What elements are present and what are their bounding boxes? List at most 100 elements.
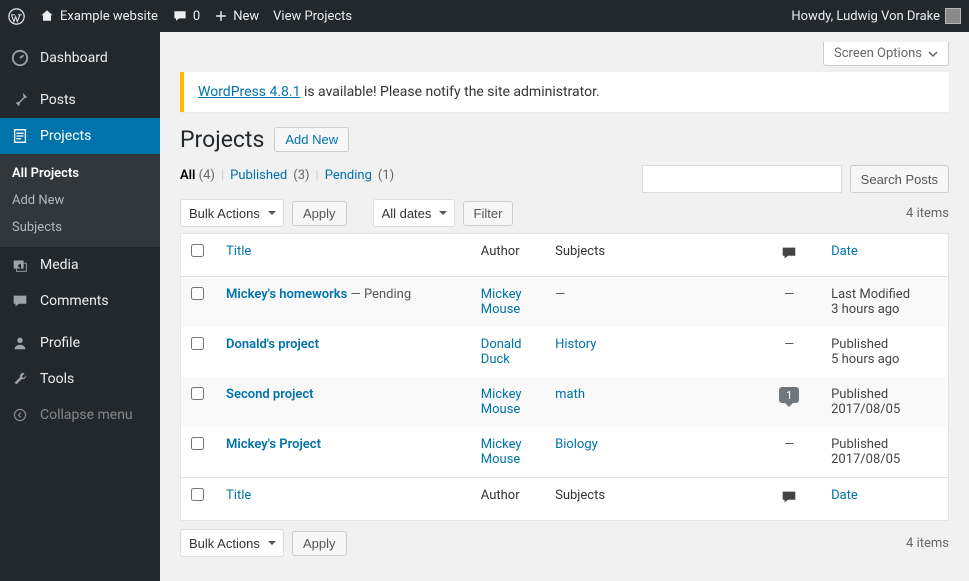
col-date[interactable]: Date [831,244,858,259]
view-pending[interactable]: Pending [325,168,372,183]
col-date-foot[interactable]: Date [831,488,858,503]
admin-toolbar: Example website 0 New View Projects Howd… [0,0,969,32]
row-subjects: — [555,287,565,302]
row-state: — Pending [347,287,411,302]
row-author-link[interactable]: Mickey Mouse [481,387,522,417]
menu-comments[interactable]: Comments [0,283,160,319]
row-title-link[interactable]: Donald's project [226,337,319,352]
toolbar-view-projects[interactable]: View Projects [273,9,352,24]
col-comments [757,234,821,277]
table-row: Mickey's homeworks — Pending Mickey Mouse… [181,277,949,328]
menu-projects[interactable]: Projects [0,118,160,154]
row-checkbox[interactable] [191,287,204,300]
row-title-link[interactable]: Second project [226,387,314,402]
media-icon [10,255,30,275]
col-author-foot: Author [471,478,545,521]
items-count-top: 4 items [906,206,949,221]
howdy-text: Howdy, Ludwig Von Drake [791,9,940,24]
bulk-apply-button-bottom[interactable]: Apply [292,531,347,556]
plus-icon [214,9,228,23]
row-comments: — [784,287,794,302]
menu-posts[interactable]: Posts [0,82,160,118]
avatar [945,8,961,24]
add-new-button[interactable]: Add New [274,127,349,152]
dashboard-icon [10,48,30,68]
view-published[interactable]: Published [230,168,287,183]
profile-icon [10,333,30,353]
home-icon [39,8,55,24]
comments-icon [10,291,30,311]
table-row: Mickey's Project Mickey Mouse Biology — Publ… [181,427,949,478]
col-subjects-foot: Subjects [545,478,757,521]
toolbar-new[interactable]: New [214,9,259,24]
menu-tools[interactable]: Tools [0,361,160,397]
row-title-link[interactable]: Mickey's Project [226,437,321,452]
dates-select[interactable]: All dates [373,199,455,227]
comment-count-bubble[interactable]: 1 [779,387,799,403]
site-link[interactable]: Example website [39,8,158,24]
row-subject-link[interactable]: Biology [555,437,598,452]
site-name: Example website [60,9,158,24]
search-button[interactable]: Search Posts [850,165,949,193]
notice-link[interactable]: WordPress 4.8.1 [198,84,300,100]
row-title-link[interactable]: Mickey's homeworks [226,287,347,302]
row-author-link[interactable]: Donald Duck [481,337,522,367]
comment-icon [780,244,798,262]
row-subject-link[interactable]: math [555,387,585,402]
row-date: Last Modified3 hours ago [821,277,948,328]
row-checkbox[interactable] [191,337,204,350]
row-checkbox[interactable] [191,437,204,450]
page-title: Projects [180,126,264,153]
submenu-projects: All Projects Add New Subjects [0,154,160,247]
toolbar-new-label: New [233,9,259,24]
row-checkbox[interactable] [191,387,204,400]
toolbar-comments[interactable]: 0 [172,8,200,24]
menu-collapse[interactable]: Collapse menu [0,397,160,433]
screen-options-toggle[interactable]: Screen Options [823,42,949,66]
table-row: Donald's project Donald Duck History — Publi… [181,327,949,377]
row-date: Published2017/08/05 [821,377,948,427]
select-all-top[interactable] [191,244,204,257]
row-date: Published2017/08/05 [821,427,948,478]
bulk-apply-button[interactable]: Apply [292,201,347,226]
pin-icon [10,90,30,110]
col-subjects: Subjects [545,234,757,277]
chevron-down-icon [928,49,938,59]
row-author-link[interactable]: Mickey Mouse [481,287,522,317]
table-row: Second project Mickey Mouse math 1 Published… [181,377,949,427]
row-subject-link[interactable]: History [555,337,596,352]
row-comments: — [784,337,794,352]
col-comments-foot [757,478,821,521]
bulk-actions-select[interactable]: Bulk Actions [180,199,284,227]
row-comments: — [784,437,794,452]
toolbar-account[interactable]: Howdy, Ludwig Von Drake [791,8,961,24]
menu-media[interactable]: Media [0,247,160,283]
row-date: Published5 hours ago [821,327,948,377]
menu-profile[interactable]: Profile [0,325,160,361]
projects-icon [10,126,30,146]
view-links: All (4) | Published (3) | Pending (1) [180,168,394,183]
wp-logo[interactable] [8,8,25,25]
col-title[interactable]: Title [226,244,251,259]
col-title-foot[interactable]: Title [226,488,251,503]
menu-dashboard[interactable]: Dashboard [0,40,160,76]
admin-sidebar: Dashboard Posts Projects All Projects Ad… [0,32,160,581]
bulk-actions-select-bottom[interactable]: Bulk Actions [180,529,284,557]
select-all-bottom[interactable] [191,488,204,501]
sub-subjects[interactable]: Subjects [0,214,160,241]
col-author: Author [471,234,545,277]
projects-table: Title Author Subjects Date Mickey's home… [180,233,949,521]
filter-button[interactable]: Filter [463,201,514,226]
search-input[interactable] [642,165,842,193]
sub-all-projects[interactable]: All Projects [0,160,160,187]
wordpress-icon [8,8,25,25]
row-author-link[interactable]: Mickey Mouse [481,437,522,467]
sub-add-new[interactable]: Add New [0,187,160,214]
tools-icon [10,369,30,389]
toolbar-comment-count: 0 [193,9,200,24]
items-count-bottom: 4 items [906,536,949,551]
view-all[interactable]: All (4) [180,168,215,183]
main-content: Screen Options WordPress 4.8.1 is availa… [160,32,969,581]
update-notice: WordPress 4.8.1 is available! Please not… [180,72,949,112]
notice-text: is available! Please notify the site adm… [300,84,599,100]
